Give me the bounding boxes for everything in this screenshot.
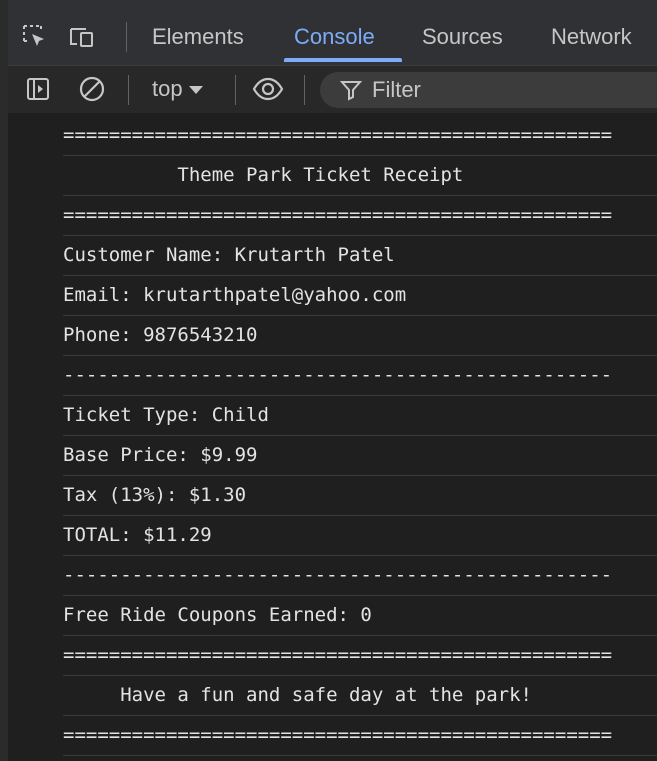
console-message-text: Phone: 9876543210 xyxy=(63,324,258,346)
console-output: ========================================… xyxy=(8,113,657,761)
window-left-edge xyxy=(0,0,8,761)
console-message: ========================================… xyxy=(63,196,657,236)
tab-sources[interactable]: Sources xyxy=(422,22,503,54)
console-message-text: Free Ride Coupons Earned: 0 xyxy=(63,604,372,626)
console-message: Email: krutarthpatel@yahoo.com xyxy=(63,276,657,316)
console-message: Base Price: $9.99 xyxy=(63,436,657,476)
console-message: ========================================… xyxy=(63,636,657,676)
console-message-text: Customer Name: Krutarth Patel xyxy=(63,244,395,266)
console-message-text: ----------------------------------------… xyxy=(63,364,613,386)
devtools-tabbar: Elements Console Sources Network xyxy=(8,0,657,65)
tab-network[interactable]: Network xyxy=(551,22,632,54)
devtools-panel: Elements Console Sources Network top Fil… xyxy=(8,0,657,761)
toolbar-separator xyxy=(304,75,305,105)
console-message-text: ========================================… xyxy=(63,124,613,146)
console-message: ========================================… xyxy=(63,116,657,156)
console-message-text: Have a fun and safe day at the park! xyxy=(63,684,532,706)
filter-icon xyxy=(340,79,362,101)
tabbar-separator xyxy=(126,22,127,52)
console-message: ----------------------------------------… xyxy=(63,556,657,596)
console-message: ----------------------------------------… xyxy=(63,356,657,396)
show-sidebar-icon[interactable] xyxy=(24,75,52,103)
console-message-text: Theme Park Ticket Receipt xyxy=(63,164,464,186)
console-message-text: ========================================… xyxy=(63,204,613,226)
device-toolbar-icon[interactable] xyxy=(68,22,96,50)
context-label: top xyxy=(152,76,183,101)
console-message: Ticket Type: Child xyxy=(63,396,657,436)
active-tab-indicator xyxy=(284,58,402,62)
console-message: Customer Name: Krutarth Patel xyxy=(63,236,657,276)
console-message: Theme Park Ticket Receipt xyxy=(63,156,657,196)
toolbar-separator xyxy=(235,75,236,105)
console-message: Have a fun and safe day at the park! xyxy=(63,676,657,716)
filter-input[interactable] xyxy=(372,74,652,106)
tab-console[interactable]: Console xyxy=(294,22,375,54)
console-message-text: TOTAL: $11.29 xyxy=(63,524,212,546)
inspect-element-icon[interactable] xyxy=(20,22,48,50)
console-message-text: ========================================… xyxy=(63,644,613,666)
console-message-text: ----------------------------------------… xyxy=(63,564,613,586)
console-message: Tax (13%): $1.30 xyxy=(63,476,657,516)
console-message-text: Base Price: $9.99 xyxy=(63,444,258,466)
console-toolbar: top xyxy=(8,65,657,114)
console-message: Phone: 9876543210 xyxy=(63,316,657,356)
clear-console-icon[interactable] xyxy=(78,75,106,103)
chevron-down-icon xyxy=(188,86,203,95)
console-message-text: Ticket Type: Child xyxy=(63,404,269,426)
javascript-context-select[interactable]: top xyxy=(152,74,203,104)
console-message: TOTAL: $11.29 xyxy=(63,516,657,556)
filter-box[interactable] xyxy=(320,72,657,108)
console-message: ========================================… xyxy=(63,716,657,756)
console-message-text: Tax (13%): $1.30 xyxy=(63,484,247,506)
console-message-text: Email: krutarthpatel@yahoo.com xyxy=(63,284,407,306)
console-message-text: ========================================… xyxy=(63,724,613,746)
toolbar-separator xyxy=(128,75,129,105)
console-message: Free Ride Coupons Earned: 0 xyxy=(63,596,657,636)
tab-elements[interactable]: Elements xyxy=(152,22,244,54)
eye-icon[interactable] xyxy=(252,75,284,103)
